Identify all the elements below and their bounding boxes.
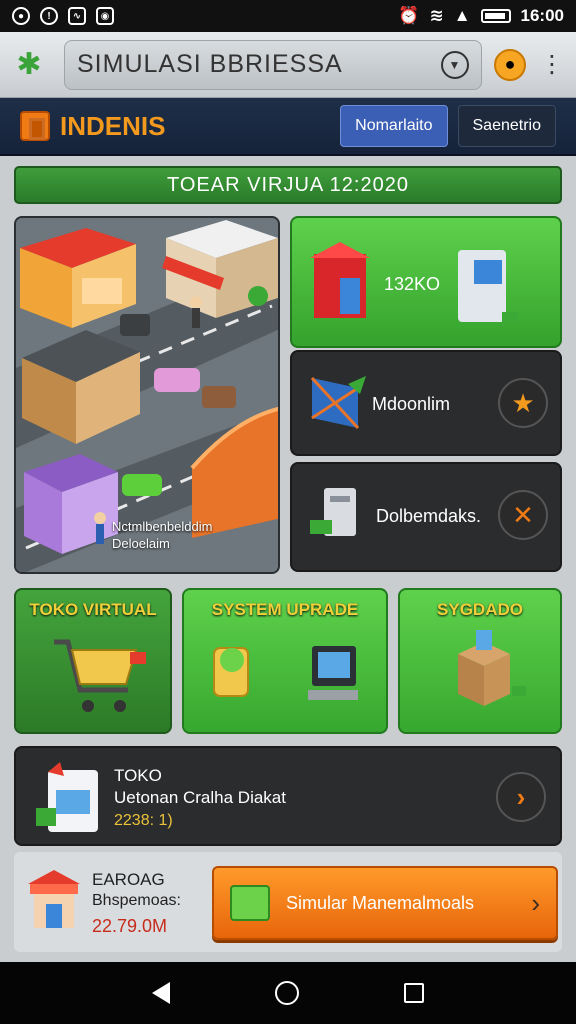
- app-bar: ✱ SIMULASI BBRIESSA ▼ ● ⋮: [0, 32, 576, 98]
- star-action-button[interactable]: ★: [498, 378, 548, 428]
- upgrade-monitor-icon: [213, 646, 358, 700]
- store-stat-value: 132KO: [384, 274, 441, 294]
- signal-icon: ▲: [453, 6, 471, 25]
- green-cube-icon: [230, 885, 270, 921]
- bottom-value: 22.79.0M: [92, 916, 168, 936]
- store-stat-card[interactable]: 132KO: [290, 216, 562, 348]
- battery-icon: [480, 9, 511, 23]
- server-label: Dolbemdaks.: [376, 506, 482, 526]
- chevron-down-icon[interactable]: ▼: [441, 50, 469, 79]
- address-text: SIMULASI BBRIESSA: [77, 50, 343, 78]
- puzzle-icon[interactable]: ✱: [12, 48, 46, 82]
- profile-face-icon[interactable]: ●: [494, 48, 526, 81]
- chevron-right-button[interactable]: ›: [496, 772, 546, 822]
- system-nav-bar: [0, 962, 576, 1024]
- clock: 16:00: [520, 6, 564, 25]
- bottom-panel: EAROAG Bhspemoas: 22.79.0M Simular Manem…: [14, 852, 562, 952]
- alarm-icon: ⏰: [398, 6, 420, 25]
- address-bar[interactable]: SIMULASI BBRIESSA ▼: [64, 39, 482, 90]
- shopping-cart-icon: [54, 639, 146, 712]
- toko-number: 2238: 1): [114, 812, 173, 829]
- map-caption: Nctmlbenbelddim Deloelaim: [112, 518, 212, 552]
- chart-notification-icon: ∿: [68, 7, 86, 25]
- tile-system-upgrade[interactable]: SYSTEM UPRADE: [182, 588, 388, 734]
- city-map-panel[interactable]: Nctmlbenbelddim Deloelaim: [14, 216, 280, 574]
- more-menu-icon[interactable]: ⋮: [540, 50, 564, 79]
- tile-toko-virtual[interactable]: TOKO VIRTUAL: [14, 588, 172, 734]
- map-caption-line2: Deloelaim: [112, 536, 170, 551]
- brand-name: INDENIS: [60, 110, 166, 141]
- camera-notification-icon: ◉: [96, 7, 114, 25]
- back-icon[interactable]: [152, 982, 171, 1004]
- notification-icon: ●: [12, 7, 30, 25]
- app-header: INDENIS Nomarlaito Saenetrio: [0, 98, 576, 156]
- box-icon: [458, 630, 526, 706]
- tab-primary-button[interactable]: Nomarlaito: [340, 105, 448, 147]
- app-screen: ● ! ∿ ◉ ⏰ ≋ ▲ 16:00 ✱ SIMULASI BBRIESSA …: [0, 0, 576, 1024]
- shop-awning-icon: [28, 870, 80, 928]
- simulate-button[interactable]: Simular Manemalmoals ›: [212, 866, 558, 940]
- server-card[interactable]: Dolbemdaks. ✕: [290, 462, 562, 572]
- bottom-subtitle: Bhspemoas:: [92, 892, 181, 909]
- modem-label: Mdoonlim: [372, 394, 451, 414]
- server-icon: [310, 488, 356, 536]
- chevron-right-icon: ›: [531, 887, 540, 918]
- modem-card[interactable]: Mdoonlim ★: [290, 350, 562, 456]
- toko-store-icon: [36, 762, 98, 832]
- toko-subtitle: Uetonan Cralha Diakat: [114, 788, 286, 807]
- recent-apps-icon[interactable]: [403, 983, 424, 1003]
- close-action-button[interactable]: ✕: [498, 490, 548, 540]
- status-bar: ● ! ∿ ◉ ⏰ ≋ ▲ 16:00: [0, 0, 576, 32]
- map-caption-line1: Nctmlbenbelddim: [112, 519, 213, 534]
- brand-logo-icon: [20, 111, 50, 141]
- grid-flag-icon: [310, 376, 366, 430]
- home-icon[interactable]: [274, 981, 299, 1005]
- top-banner[interactable]: TOEAR VIRJUA 12:2020: [14, 166, 562, 204]
- tab-secondary-button[interactable]: Saenetrio: [457, 105, 556, 147]
- simulate-button-label: Simular Manemalmoals: [286, 892, 475, 913]
- notification-icon-2: !: [40, 7, 58, 25]
- tile-sygdado[interactable]: SYGDADO: [398, 588, 562, 734]
- toko-card[interactable]: TOKO Uetonan Cralha Diakat 2238: 1) ›: [14, 746, 562, 846]
- wifi-icon: ≋: [429, 6, 444, 25]
- bottom-title: EAROAG: [92, 870, 165, 889]
- toko-title: TOKO: [114, 766, 162, 785]
